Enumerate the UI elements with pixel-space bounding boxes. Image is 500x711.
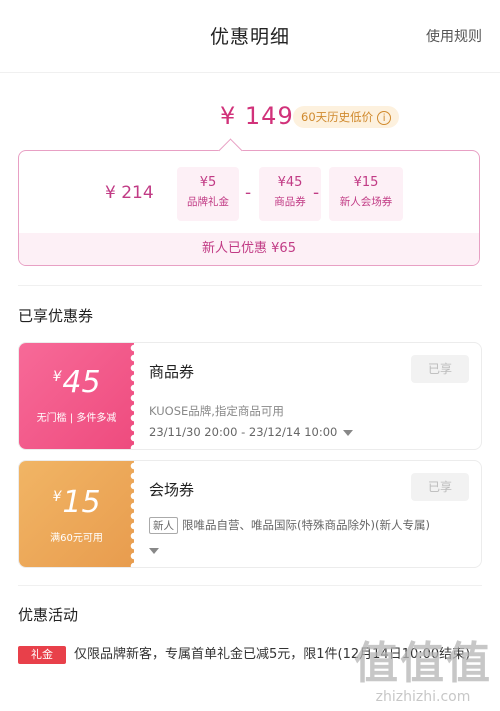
header-bar: 优惠明细 使用规则 <box>0 0 500 73</box>
coupon-status-button[interactable]: 已享 <box>411 355 469 383</box>
coupons-section-title: 已享优惠券 <box>18 307 94 325</box>
chip-value: ¥45 <box>277 175 303 190</box>
coupon-status-button[interactable]: 已享 <box>411 473 469 501</box>
discount-chip-brand-gift: ¥5 品牌礼金 <box>177 167 239 221</box>
info-icon[interactable]: i <box>377 110 392 125</box>
coupon-value-panel: ¥15 满60元可用 <box>19 461 139 567</box>
watermark-logo: 值值值 <box>354 638 492 689</box>
original-price: ¥ 214 <box>105 183 154 203</box>
yen-sign: ¥ <box>52 489 62 505</box>
chip-value: ¥15 <box>353 175 379 190</box>
discount-chip-newcomer-coupon: ¥15 新人会场券 <box>329 167 403 221</box>
coupon-amount: ¥45 <box>19 365 134 400</box>
discount-calculation-box: ¥ 214 - ¥5 品牌礼金 - ¥45 商品券 - ¥15 新人会场券 新人… <box>18 150 480 266</box>
perforation-edge <box>129 461 139 567</box>
coupon-card-venue[interactable]: ¥15 满60元可用 会场券 已享 新人 限唯品自营、唯品国际(特殊商品除外)(新… <box>18 460 482 568</box>
chip-value: ¥5 <box>199 175 217 190</box>
coupon-amount-value: 45 <box>62 365 101 400</box>
chip-name: 商品券 <box>274 196 306 208</box>
coupon-validity[interactable]: 23/11/30 20:00 - 23/12/14 10:00 <box>149 425 354 439</box>
coupon-type: 会场券 <box>149 481 195 499</box>
chip-name: 品牌礼金 <box>187 196 229 208</box>
minus-sign: - <box>313 183 320 203</box>
final-price: ¥ 149 <box>220 102 294 130</box>
coupon-description: 限唯品自营、唯品国际(特殊商品除外)(新人专属) <box>182 518 430 532</box>
coupon-description: KUOSE品牌,指定商品可用 <box>149 404 284 418</box>
total-saved-summary: 新人已优惠 ¥65 <box>19 233 479 265</box>
price-row: ¥ 149 60天历史低价 i <box>0 100 500 134</box>
minus-sign: - <box>245 183 252 203</box>
coupon-value-panel: ¥45 无门槛 | 多件多减 <box>19 343 139 449</box>
expand-arrow-icon[interactable] <box>343 429 354 436</box>
expand-arrow-icon[interactable] <box>149 547 159 554</box>
history-low-label: 60天历史低价 <box>301 110 374 124</box>
divider <box>18 585 482 586</box>
coupon-card-product[interactable]: ¥45 无门槛 | 多件多减 商品券 已享 KUOSE品牌,指定商品可用 23/… <box>18 342 482 450</box>
newcomer-tag: 新人 <box>149 517 178 534</box>
coupon-type: 商品券 <box>149 363 195 381</box>
coupon-amount-value: 15 <box>62 485 101 520</box>
coupon-condition: 满60元可用 <box>50 533 103 544</box>
coupon-date: 23/11/30 20:00 - 23/12/14 10:00 <box>149 425 338 439</box>
coupon-condition: 无门槛 | 多件多减 <box>36 413 117 424</box>
history-low-badge[interactable]: 60天历史低价 i <box>293 106 400 128</box>
chip-name: 新人会场券 <box>339 196 393 208</box>
discount-chip-product-coupon: ¥45 商品券 <box>259 167 321 221</box>
gift-cash-tag: 礼金 <box>18 646 66 664</box>
page-title: 优惠明细 <box>209 26 290 48</box>
perforation-edge <box>129 343 139 449</box>
divider <box>18 285 482 286</box>
coupon-amount: ¥15 <box>19 485 134 520</box>
promotions-section-title: 优惠活动 <box>18 606 79 624</box>
watermark-url: zhizhizhi.com <box>375 689 471 705</box>
watermark: 值值值 zhizhizhi.com <box>354 638 492 706</box>
usage-rules-link[interactable]: 使用规则 <box>426 26 482 46</box>
yen-sign: ¥ <box>52 369 62 385</box>
coupon-description-row: 新人 限唯品自营、唯品国际(特殊商品除外)(新人专属) <box>149 517 469 534</box>
coupon-expand[interactable] <box>149 543 159 557</box>
